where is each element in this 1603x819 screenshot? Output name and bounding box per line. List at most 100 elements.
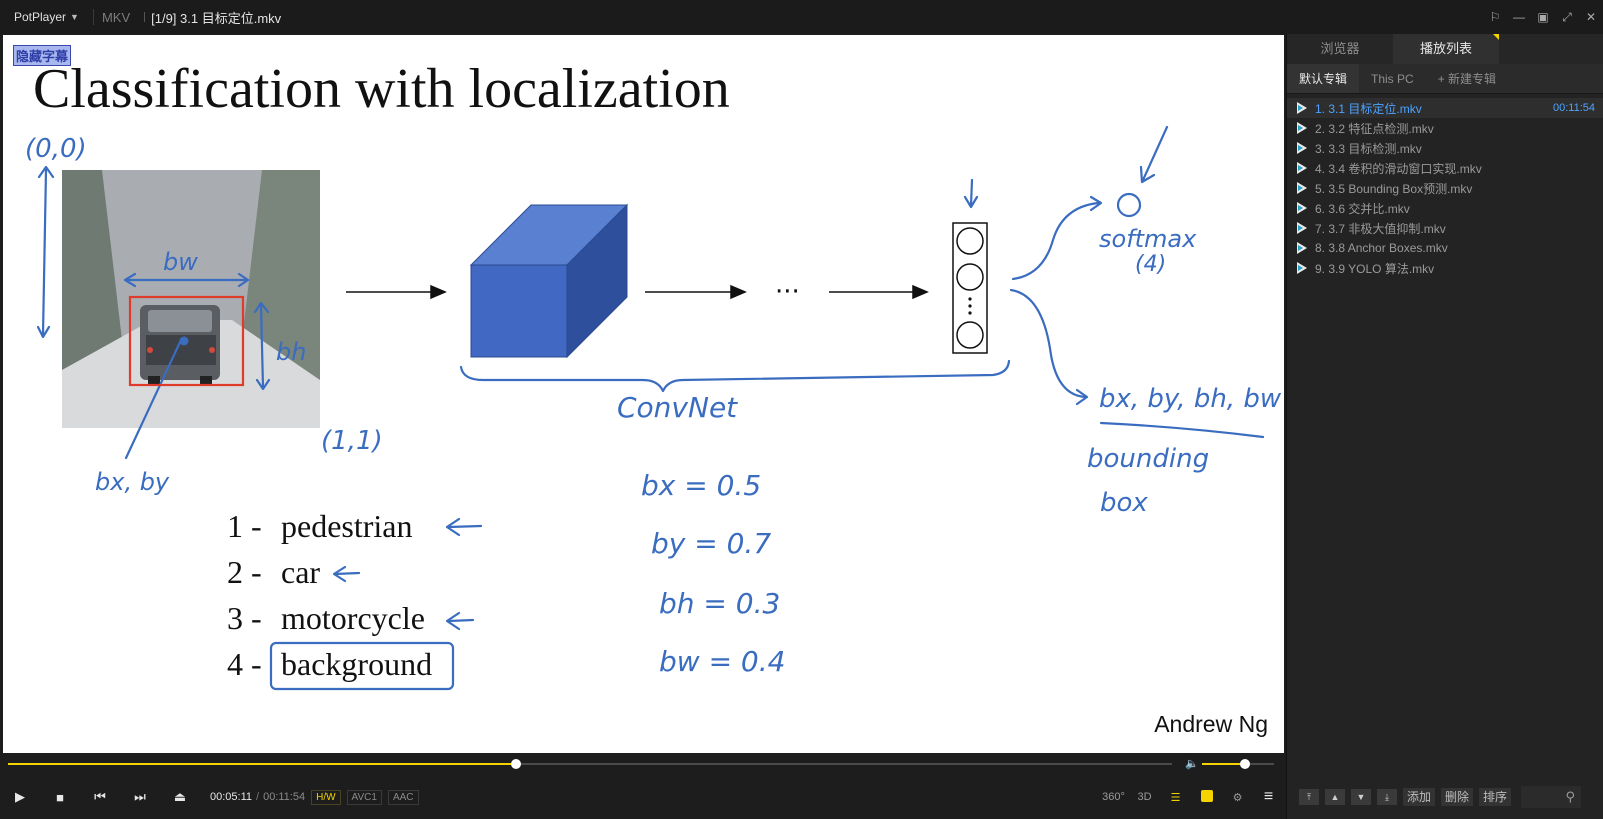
convnet-cube [469, 203, 629, 359]
volume-level [1202, 763, 1246, 765]
list-item[interactable]: 7. 3.7 非极大值抑制.mkv [1287, 218, 1603, 238]
list-item[interactable]: 6. 3.6 交并比.mkv [1287, 198, 1603, 218]
class-list: 1 - pedestrian 2 - car 3 - motorcycle 4 - ba… [227, 503, 432, 687]
seek-bar[interactable] [8, 759, 1172, 769]
add-button[interactable]: 添加 [1403, 788, 1436, 806]
playlist-search-input[interactable]: ⚲ [1521, 786, 1582, 808]
class-number: 1 - [227, 508, 262, 544]
menu-icon[interactable]: ≡ [1253, 788, 1284, 806]
bounding-label: bounding [1087, 444, 1209, 474]
move-down-icon[interactable]: ▼ [1351, 789, 1371, 805]
current-time: 00:05:11 [210, 791, 253, 803]
chevron-down-icon: ▼ [70, 12, 79, 22]
gear-icon[interactable]: ⚙ [1222, 791, 1253, 804]
list-item[interactable]: 8. 3.8 Anchor Boxes.mkv [1287, 238, 1603, 258]
pin-icon[interactable]: ⚐ [1483, 10, 1507, 24]
potplayer-window: PotPlayer ▼ MKV [1/9] 3.1 目标定位.mkv ⚐ — ▣… [0, 0, 1603, 819]
list-item-label: 8. 3.8 Anchor Boxes.mkv [1315, 241, 1448, 255]
list-item[interactable]: 1. 3.1 目标定位.mkv 00:11:54 [1287, 98, 1603, 118]
class-label: motorcycle [281, 600, 425, 636]
volume-icon[interactable]: 🔈 [1185, 757, 1199, 770]
softmax-branch [1011, 201, 1100, 281]
move-bottom-icon[interactable]: ⤓ [1377, 789, 1397, 805]
skip-forward-icon: ⏭ [134, 789, 146, 804]
list-item[interactable]: 3. 3.3 目标检测.mkv [1287, 138, 1603, 158]
seek-handle[interactable] [510, 759, 521, 769]
app-menu-button[interactable]: PotPlayer ▼ [0, 0, 93, 34]
tab-playlist[interactable]: 播放列表 [1393, 34, 1499, 64]
audio-codec-badge[interactable]: AAC [387, 789, 419, 805]
tab-this-pc[interactable]: This PC [1359, 64, 1426, 93]
list-item[interactable]: 4. 3.4 卷积的滑动窗口实现.mkv [1287, 158, 1603, 178]
tab-default-album[interactable]: 默认专辑 [1287, 64, 1360, 93]
delete-button[interactable]: 删除 [1441, 788, 1474, 806]
tab-browser[interactable]: 浏览器 [1287, 34, 1393, 64]
playlist-panel: 浏览器 播放列表 默认专辑 This PC + 新建专辑 1. 3.1 目标定位… [1286, 34, 1603, 819]
bbox-branch [1009, 288, 1087, 399]
play-file-icon [1295, 221, 1309, 235]
window-title: [1/9] 3.1 目标定位.mkv [151, 10, 282, 26]
list-item-label: 4. 3.4 卷积的滑动窗口实现.mkv [1315, 161, 1482, 176]
move-top-icon[interactable]: ⤒ [1299, 789, 1319, 805]
play-button[interactable]: ▶ [0, 775, 40, 819]
hw-decode-badge[interactable]: H/W [311, 789, 341, 805]
next-button[interactable]: ⏭ [120, 775, 160, 819]
format-label: MKV [101, 9, 131, 25]
list-item[interactable]: 5. 3.5 Bounding Box预测.mkv [1287, 178, 1603, 198]
playlist-search-icon[interactable]: ☰ [1160, 791, 1191, 804]
seek-bar-row: 🔈 [0, 754, 1284, 774]
vr-360-icon[interactable]: 360° [1098, 791, 1129, 803]
control-bar: ▶ ■ ⏮ ⏭ ⏏ 00:05:11/00:11:54 H/W AVC1 AAC… [0, 775, 1284, 819]
eject-icon: ⏏ [173, 789, 187, 804]
3d-icon[interactable]: 3D [1129, 791, 1160, 803]
list-item-label: 3. 3.3 目标检测.mkv [1315, 141, 1422, 156]
fullscreen-icon[interactable]: ⤢ [1555, 10, 1579, 25]
move-up-icon[interactable]: ▲ [1325, 789, 1345, 805]
class-item: 3 - motorcycle [227, 595, 432, 641]
subtitle-icon[interactable] [1191, 789, 1222, 805]
volume-slider[interactable] [1202, 759, 1274, 769]
playlist-toolbar: ⤒ ▲ ▼ ⤓ 添加 删除 排序 ⚲ [1287, 775, 1603, 819]
output-vector [952, 222, 988, 354]
list-item-label: 5. 3.5 Bounding Box预测.mkv [1315, 181, 1473, 196]
bw-label: bw [163, 248, 198, 276]
minimize-icon[interactable]: — [1507, 10, 1531, 24]
stop-button[interactable]: ■ [40, 775, 80, 819]
y-axis-arrow [41, 168, 48, 337]
box-label: box [1100, 488, 1148, 518]
video-frame[interactable]: 隐藏字幕 Classification with localization (0… [3, 35, 1284, 753]
eject-button[interactable]: ⏏ [160, 775, 200, 819]
video-codec-badge[interactable]: AVC1 [346, 789, 382, 805]
center-point [179, 336, 189, 346]
new-album-button[interactable]: + 新建专辑 [1426, 64, 1508, 93]
bx-value: bx = 0.5 [641, 469, 761, 502]
class-item: 1 - pedestrian [227, 503, 432, 549]
list-item[interactable]: 2. 3.2 特征点检测.mkv [1287, 118, 1603, 138]
class-item: 2 - car [227, 549, 432, 595]
close-icon[interactable]: ✕ [1579, 10, 1603, 24]
skip-back-icon: ⏮ [94, 789, 106, 804]
play-file-icon [1295, 201, 1309, 215]
list-item-duration: 00:11:54 [1552, 102, 1595, 114]
play-file-icon [1295, 181, 1309, 195]
class-number: 3 - [227, 600, 262, 636]
class-label: background [281, 646, 433, 682]
search-icon: ⚲ [1565, 789, 1576, 804]
play-file-icon [1295, 161, 1309, 175]
class-number: 2 - [227, 554, 262, 590]
list-item-label: 7. 3.7 非极大值抑制.mkv [1315, 221, 1446, 236]
time-display: 00:05:11/00:11:54 [210, 791, 306, 803]
sort-button[interactable]: 排序 [1479, 788, 1512, 806]
previous-button[interactable]: ⏮ [80, 775, 120, 819]
volume-handle[interactable] [1240, 759, 1251, 769]
list-item[interactable]: 9. 3.9 YOLO 算法.mkv [1287, 258, 1603, 278]
play-file-icon [1295, 261, 1309, 275]
duration: 00:11:54 [263, 791, 306, 803]
list-item-label: 6. 3.6 交并比.mkv [1315, 201, 1410, 216]
playlist: 1. 3.1 目标定位.mkv 00:11:54 2. 3.2 特征点检测.mkv… [1287, 94, 1603, 278]
maximize-icon[interactable]: ▣ [1531, 10, 1555, 24]
softmax-label: softmax [1099, 225, 1197, 253]
bh-value: bh = 0.3 [659, 587, 780, 620]
bh-label: bh [276, 338, 306, 366]
class-label: car [281, 554, 321, 590]
